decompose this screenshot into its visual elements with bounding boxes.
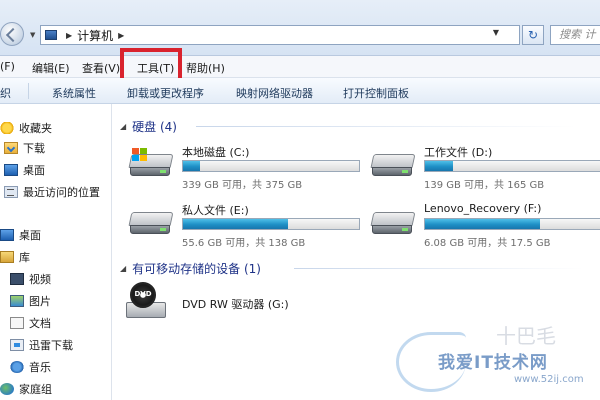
dvd-drive-tile[interactable]: DVD DVD RW 驱动器 (G:)	[122, 282, 422, 330]
menu-view[interactable]: 查看(V)	[82, 60, 120, 76]
hard-disk-icon	[370, 154, 416, 178]
sidebar-item-label: 迅雷下载	[29, 339, 73, 352]
sidebar-item-pictures[interactable]: 图片	[10, 292, 51, 310]
breadcrumb-computer[interactable]: 计算机	[77, 27, 113, 44]
group-divider	[196, 126, 576, 127]
homegroup-icon	[0, 383, 14, 395]
drive-name: Lenovo_Recovery (F:)	[424, 202, 542, 215]
group-divider	[294, 268, 584, 269]
dvd-icon-label: DVD	[134, 290, 152, 298]
sidebar-item-desktop[interactable]: 桌面	[4, 161, 45, 179]
drive-free-space: 339 GB 可用，共 375 GB	[182, 180, 303, 191]
sidebar-item-label: 收藏夹	[19, 122, 52, 135]
music-note-icon	[10, 361, 24, 373]
video-library-icon	[10, 273, 24, 285]
sidebar-item-documents[interactable]: 文档	[10, 314, 51, 332]
address-dropdown-icon[interactable]: ▼	[493, 28, 499, 37]
drive-usage-bar	[424, 218, 600, 230]
sidebar-item-label: 桌面	[19, 229, 41, 242]
drive-usage-bar	[182, 160, 360, 172]
windows-logo-icon	[132, 148, 148, 162]
menu-bar: (F) 编辑(E) 查看(V) 工具(T) 帮助(H)	[0, 56, 600, 78]
collapse-triangle-icon[interactable]: ◢	[120, 264, 126, 273]
recent-places-icon	[4, 186, 18, 198]
sidebar-item-downloads[interactable]: 下载	[4, 139, 45, 157]
group-header-removable[interactable]: ◢ 有可移动存储的设备 (1)	[120, 260, 261, 277]
organize-button[interactable]: 织	[0, 85, 11, 101]
command-separator	[28, 83, 29, 99]
drive-tile[interactable]: 本地磁盘 (C:) 339 GB 可用，共 375 GB	[122, 142, 367, 196]
breadcrumb-chevron-icon[interactable]: ▶	[66, 31, 72, 40]
drive-name: 工作文件 (D:)	[424, 146, 493, 159]
sidebar-item-label: 最近访问的位置	[23, 186, 100, 199]
group-title: 有可移动存储的设备 (1)	[132, 262, 261, 276]
sidebar-item-label: 下载	[23, 142, 45, 155]
sidebar-item-videos[interactable]: 视频	[10, 270, 51, 288]
drive-free-space: 139 GB 可用，共 165 GB	[424, 180, 545, 191]
search-input[interactable]: 搜索 计	[550, 25, 600, 45]
sidebar-item-recent[interactable]: 最近访问的位置	[4, 183, 100, 201]
sidebar-item-label: 文档	[29, 317, 51, 330]
sidebar-item-label: 视频	[29, 273, 51, 286]
sidebar-item-label: 家庭组	[19, 383, 52, 396]
drive-name: 私人文件 (E:)	[182, 204, 249, 217]
back-button[interactable]	[0, 22, 24, 46]
drive-usage-bar	[424, 160, 600, 172]
menu-help[interactable]: 帮助(H)	[186, 60, 225, 76]
document-library-icon	[10, 317, 24, 329]
command-bar: 织 系统属性 卸载或更改程序 映射网络驱动器 打开控制面板	[0, 78, 600, 104]
menu-file[interactable]: (F)	[0, 60, 15, 73]
site-watermark: 十巴毛 我爱IT技术网 www.52ij.com	[396, 322, 600, 400]
sidebar-item-homegroup[interactable]: 家庭组	[0, 380, 52, 398]
group-title: 硬盘 (4)	[132, 120, 177, 134]
sidebar-item-xunlei[interactable]: 迅雷下载	[10, 336, 73, 354]
hard-disk-icon	[370, 212, 416, 236]
sidebar-item-desktop-root[interactable]: 桌面	[0, 226, 41, 244]
refresh-button[interactable]: ↻	[522, 25, 544, 45]
desktop-icon	[4, 164, 18, 176]
menu-edit[interactable]: 编辑(E)	[32, 60, 70, 76]
system-properties-button[interactable]: 系统属性	[52, 85, 96, 101]
uninstall-program-button[interactable]: 卸载或更改程序	[127, 85, 204, 101]
hard-disk-icon	[128, 212, 174, 236]
map-network-drive-button[interactable]: 映射网络驱动器	[236, 85, 313, 101]
open-control-panel-button[interactable]: 打开控制面板	[343, 85, 409, 101]
navigation-pane: 收藏夹 下载 桌面 最近访问的位置 桌面 库 视频 图片 文档 迅雷下载 音乐	[0, 104, 112, 400]
desktop-icon	[0, 229, 14, 241]
breadcrumb-chevron-icon[interactable]: ▶	[118, 31, 124, 40]
sidebar-item-label: 音乐	[29, 361, 51, 374]
star-icon	[0, 122, 14, 134]
drive-name: DVD RW 驱动器 (G:)	[182, 298, 289, 311]
recent-pages-dropdown-icon[interactable]: ▼	[30, 31, 35, 39]
watermark-text: 我爱IT技术网	[438, 353, 548, 373]
collapse-triangle-icon[interactable]: ◢	[120, 122, 126, 131]
drive-tile[interactable]: Lenovo_Recovery (F:) 6.08 GB 可用，共 17.5 G…	[364, 200, 600, 254]
group-header-hard-disks[interactable]: ◢ 硬盘 (4)	[120, 118, 177, 135]
drive-tile[interactable]: 工作文件 (D:) 139 GB 可用，共 165 GB	[364, 142, 600, 196]
picture-library-icon	[10, 295, 24, 307]
sidebar-item-label: 图片	[29, 295, 51, 308]
sidebar-item-label: 桌面	[23, 164, 45, 177]
sidebar-item-music[interactable]: 音乐	[10, 358, 51, 376]
sidebar-item-favorites[interactable]: 收藏夹	[0, 119, 52, 137]
address-bar[interactable]: ▶ 计算机 ▶ ▼	[40, 25, 520, 45]
library-icon	[0, 251, 14, 263]
watermark-faint-text: 十巴毛	[496, 324, 556, 348]
computer-icon	[45, 30, 57, 40]
watermark-url: www.52ij.com	[514, 374, 584, 385]
sidebar-item-libraries[interactable]: 库	[0, 248, 30, 266]
address-toolbar: ▼ ▶ 计算机 ▶ ▼ ↻ 搜索 计	[0, 0, 600, 56]
drive-name: 本地磁盘 (C:)	[182, 146, 250, 159]
download-folder-icon	[4, 142, 18, 154]
drive-tile[interactable]: 私人文件 (E:) 55.6 GB 可用，共 138 GB	[122, 200, 367, 254]
drive-free-space: 6.08 GB 可用，共 17.5 GB	[424, 238, 551, 249]
hard-disk-icon	[128, 148, 174, 178]
xunlei-download-icon	[10, 339, 24, 351]
drive-usage-bar	[182, 218, 360, 230]
sidebar-item-label: 库	[19, 251, 30, 264]
drive-free-space: 55.6 GB 可用，共 138 GB	[182, 238, 306, 249]
